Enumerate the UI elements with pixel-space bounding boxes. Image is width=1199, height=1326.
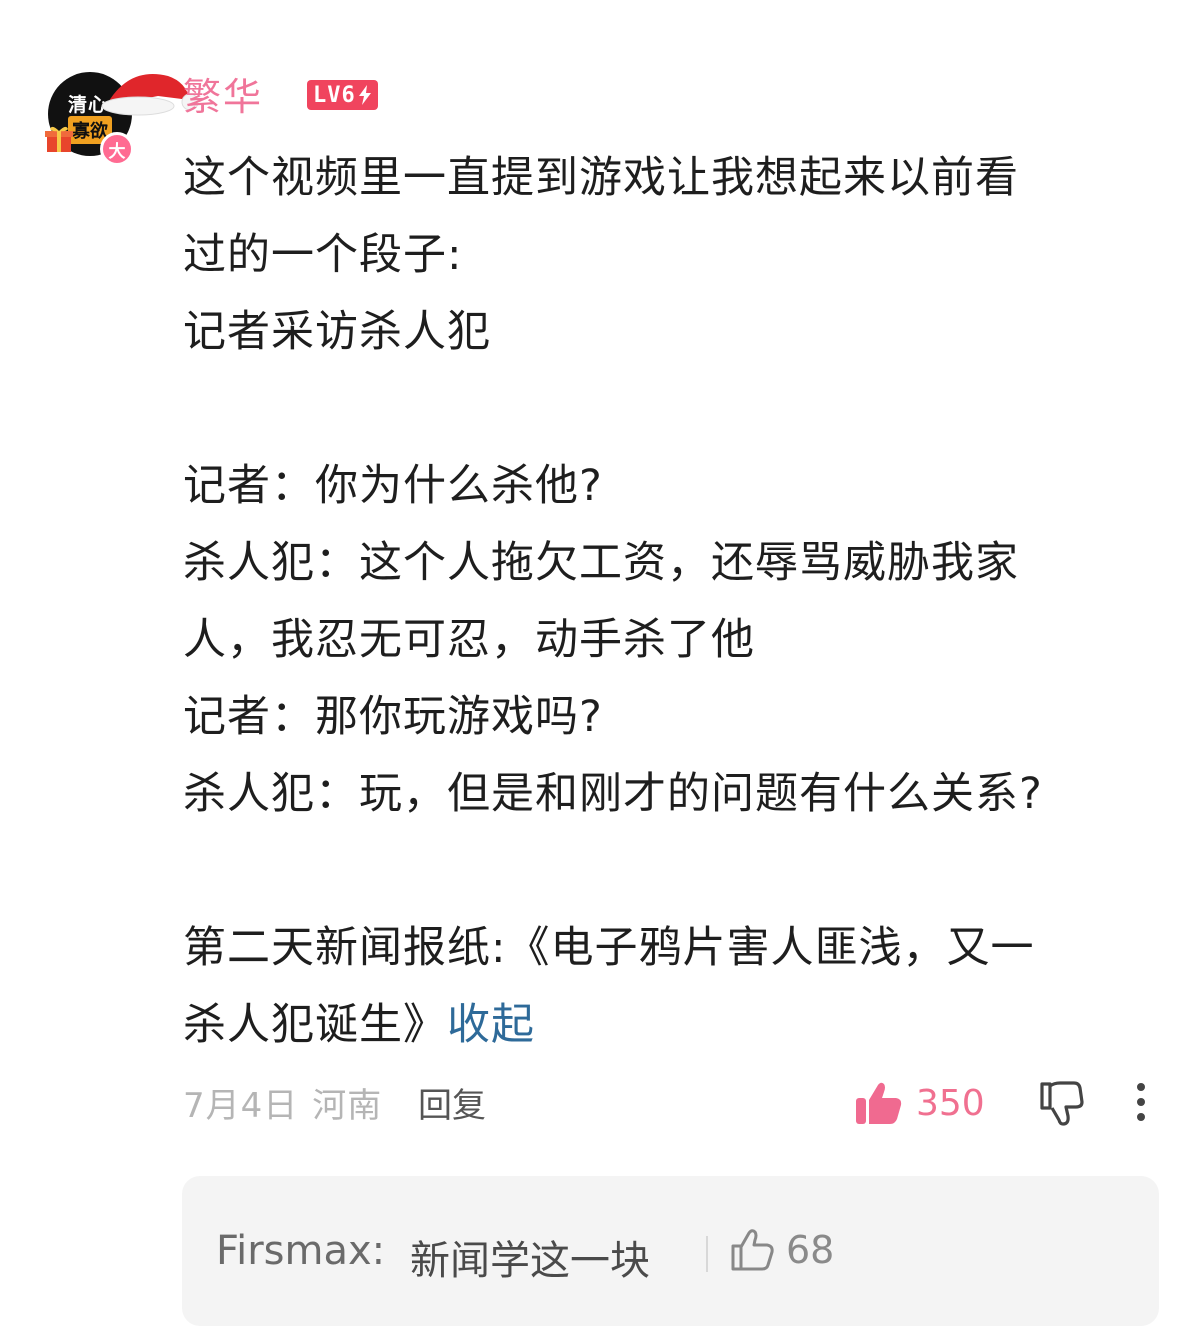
comment-item: 清心 寡欲 大 繁华 LV6 这个视频里一直提到游戏让我想起来以前看 过的一个段… bbox=[0, 0, 1199, 1326]
thumbs-up-icon bbox=[856, 1082, 902, 1124]
body-line: 过的一个段子: bbox=[183, 230, 463, 280]
level-label: LV6 bbox=[313, 82, 356, 108]
thumbs-down-icon bbox=[1040, 1081, 1084, 1126]
dislike-button[interactable] bbox=[1038, 1080, 1084, 1130]
body-line-last: 杀人犯诞生》收起 bbox=[183, 987, 1173, 1064]
comment-location: 河南 bbox=[312, 1086, 383, 1126]
comment-meta: 7月4日 河南 bbox=[183, 1078, 396, 1127]
like-button[interactable]: 350 bbox=[856, 1082, 985, 1124]
thumbs-up-outline-icon bbox=[731, 1229, 774, 1271]
body-line-text: 杀人犯诞生》 bbox=[183, 1000, 447, 1050]
body-line: 记者采访杀人犯 bbox=[183, 307, 491, 357]
reply-text: 新闻学这一块 bbox=[410, 1238, 650, 1284]
body-blank-line bbox=[183, 833, 1173, 910]
body-line: 第二天新闻报纸:《电子鸦片害人匪浅，又一 bbox=[183, 923, 1035, 973]
reply-preview[interactable]: Firsmax: 新闻学这一块 68 bbox=[182, 1176, 1159, 1326]
body-line: 人，我忍无可忍，动手杀了他 bbox=[183, 615, 755, 665]
gift-icon bbox=[45, 126, 73, 152]
username[interactable]: 繁华 bbox=[183, 66, 263, 121]
comment-date: 7月4日 bbox=[183, 1086, 299, 1126]
like-count: 350 bbox=[916, 1082, 985, 1124]
reply-like-count: 68 bbox=[786, 1228, 835, 1272]
comment-body: 这个视频里一直提到游戏让我想起来以前看 过的一个段子: 记者采访杀人犯 记者：你… bbox=[183, 140, 1173, 1064]
body-line: 杀人犯：玩，但是和刚才的问题有什么关系? bbox=[183, 769, 1043, 819]
more-vertical-icon bbox=[1137, 1083, 1145, 1121]
reply-divider bbox=[706, 1236, 708, 1272]
body-line: 记者：那你玩游戏吗? bbox=[183, 692, 603, 742]
avatar-badge: 大 bbox=[100, 132, 134, 166]
body-line: 记者：你为什么杀他? bbox=[183, 461, 603, 511]
body-line: 这个视频里一直提到游戏让我想起来以前看 bbox=[183, 153, 1019, 203]
collapse-link[interactable]: 收起 bbox=[447, 1000, 535, 1050]
more-options-button[interactable] bbox=[1136, 1082, 1146, 1126]
reply-button[interactable]: 回复 bbox=[418, 1078, 486, 1127]
body-blank-line bbox=[183, 371, 1173, 448]
level-badge: LV6 bbox=[307, 80, 378, 110]
body-line: 杀人犯：这个人拖欠工资，还辱骂威胁我家 bbox=[183, 538, 1019, 588]
reply-like-button[interactable]: 68 bbox=[730, 1228, 834, 1272]
reply-author[interactable]: Firsmax: bbox=[216, 1228, 385, 1274]
lightning-icon bbox=[358, 85, 371, 105]
